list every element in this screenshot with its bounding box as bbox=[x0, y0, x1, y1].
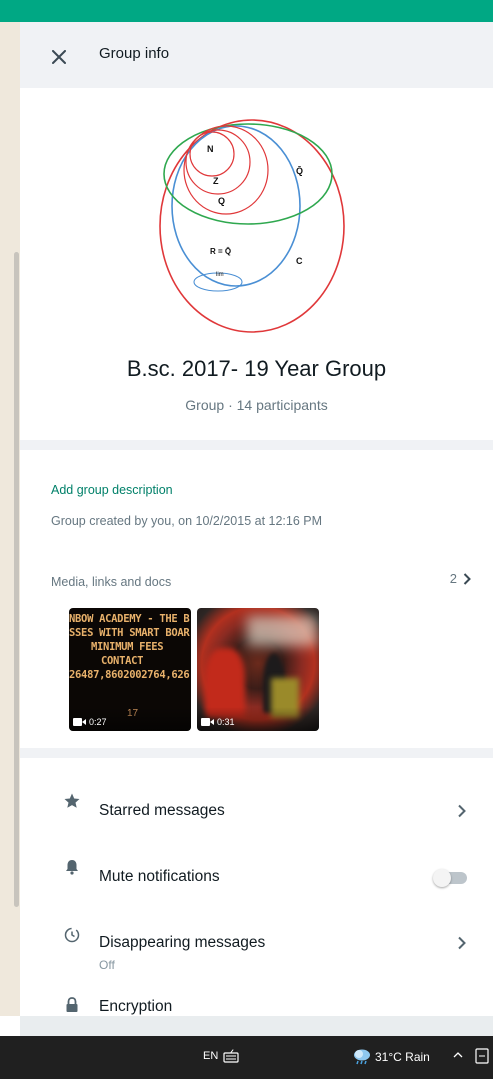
group-info-panel: Group info N Z Q Q̄ R = Q̄ lim C B.sc. 2… bbox=[20, 22, 493, 1016]
chevron-right-icon bbox=[463, 572, 471, 585]
bell-icon bbox=[66, 860, 78, 875]
tray-icon[interactable] bbox=[474, 1047, 490, 1065]
disappearing-messages-value: Off bbox=[99, 958, 115, 972]
chevron-right-icon bbox=[458, 936, 466, 950]
lock-icon bbox=[66, 997, 78, 1012]
avatar-label-r: R = Q̄ bbox=[210, 247, 231, 256]
encryption-row[interactable]: Encryption bbox=[20, 986, 493, 1016]
group-name[interactable]: B.sc. 2017- 19 Year Group bbox=[20, 356, 493, 382]
group-avatar[interactable]: N Z Q Q̄ R = Q̄ lim C bbox=[156, 114, 356, 336]
group-created-info: Group created by you, on 10/2/2015 at 12… bbox=[51, 514, 323, 528]
mute-notifications-row[interactable]: Mute notifications bbox=[20, 846, 493, 906]
avatar-label-q: Q bbox=[218, 196, 225, 206]
disappearing-messages-label: Disappearing messages bbox=[99, 934, 266, 951]
caption-line: SSES WITH SMART BOAR bbox=[69, 627, 190, 639]
caption-line: NBOW ACADEMY - THE B bbox=[69, 613, 190, 625]
timer-icon bbox=[64, 927, 80, 943]
caption-line: 26487,8602002764,626 bbox=[69, 669, 190, 681]
group-participants[interactable]: Group · 14 participants bbox=[20, 397, 493, 413]
video-duration: 0:31 bbox=[201, 717, 235, 727]
starred-messages-label: Starred messages bbox=[99, 802, 225, 819]
cloud-rain-icon[interactable] bbox=[352, 1046, 372, 1066]
group-profile-section: N Z Q Q̄ R = Q̄ lim C B.sc. 2017- 19 Yea… bbox=[20, 88, 493, 440]
chevron-up-icon[interactable] bbox=[452, 1049, 464, 1061]
chevron-right-icon bbox=[458, 804, 466, 818]
star-icon bbox=[64, 793, 80, 808]
media-count-button[interactable]: 2 bbox=[450, 571, 471, 586]
avatar-label-lim: lim bbox=[216, 272, 224, 278]
toggle-knob bbox=[433, 869, 451, 887]
group-actions-section: Starred messages Mute notifications Disa… bbox=[20, 758, 493, 1016]
group-about-section: Add group description Group created by y… bbox=[20, 450, 493, 748]
chat-background-strip bbox=[0, 22, 20, 1016]
media-thumbnail[interactable]: 0:31 bbox=[197, 608, 319, 731]
mute-notifications-label: Mute notifications bbox=[99, 868, 220, 885]
encryption-label: Encryption bbox=[99, 998, 173, 1015]
video-icon bbox=[73, 718, 86, 726]
weather-text[interactable]: 31°C Rain bbox=[375, 1050, 430, 1064]
app-top-bar bbox=[0, 0, 493, 22]
language-indicator[interactable]: EN bbox=[203, 1050, 218, 1062]
media-count: 2 bbox=[449, 571, 457, 586]
close-icon bbox=[52, 50, 66, 64]
caption-line: CONTACT bbox=[101, 655, 144, 667]
media-section-label[interactable]: Media, links and docs bbox=[51, 575, 171, 589]
close-button[interactable] bbox=[44, 42, 74, 72]
avatar-label-c: C bbox=[296, 256, 303, 266]
add-description-link[interactable]: Add group description bbox=[51, 483, 173, 497]
caption-line: MINIMUM FEES bbox=[91, 641, 164, 653]
keyboard-icon[interactable] bbox=[223, 1049, 239, 1063]
video-duration: 0:27 bbox=[73, 717, 107, 727]
header-title: Group info bbox=[99, 45, 170, 62]
panel-header: Group info bbox=[20, 22, 493, 88]
media-thumbnail[interactable]: NBOW ACADEMY - THE B SSES WITH SMART BOA… bbox=[69, 608, 191, 731]
avatar-label-n: N bbox=[207, 144, 214, 154]
mute-toggle[interactable] bbox=[433, 869, 467, 887]
windows-taskbar: EN 31°C Rain bbox=[0, 1036, 493, 1079]
photo-blur-region bbox=[247, 616, 317, 646]
video-icon bbox=[201, 718, 214, 726]
disappearing-messages-row[interactable]: Disappearing messages Off bbox=[20, 912, 493, 982]
avatar-label-z: Z bbox=[213, 176, 219, 186]
avatar-label-q-bar: Q̄ bbox=[296, 166, 303, 176]
starred-messages-row[interactable]: Starred messages bbox=[20, 780, 493, 840]
duration-text: 0:31 bbox=[217, 717, 235, 727]
duration-text: 0:27 bbox=[89, 717, 107, 727]
panel-bottom-edge bbox=[20, 1016, 493, 1036]
thumbnail-caption: NBOW ACADEMY - THE B SSES WITH SMART BOA… bbox=[69, 612, 191, 682]
scrollbar-thumb[interactable] bbox=[14, 252, 19, 907]
